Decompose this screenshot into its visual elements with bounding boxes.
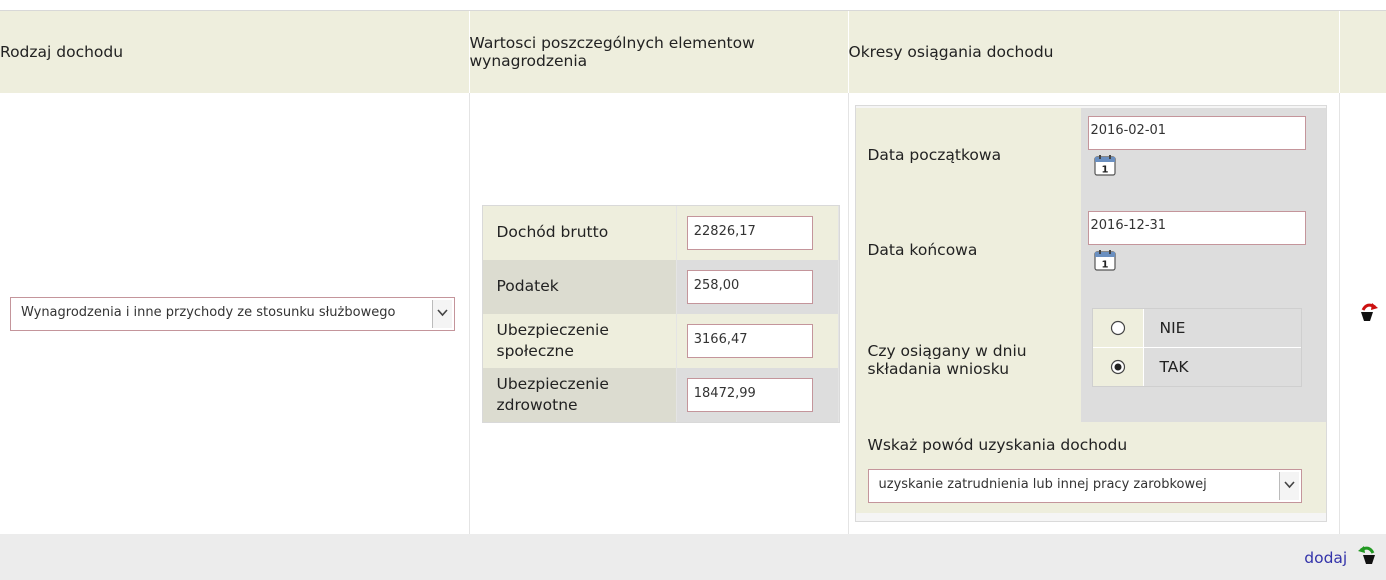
element-row: Podatek 258,00 [482, 259, 839, 314]
gross-income-input[interactable]: 22826,17 [686, 215, 813, 250]
end-date-input[interactable]: 2016-12-31 [1087, 211, 1306, 245]
footer-cell: dodaj [0, 534, 1386, 580]
element-label: Ubezpieczenie zdrowotne [482, 367, 677, 422]
income-periods-panel: Data początkowa 2016-02-01 1 Data końcow… [854, 105, 1327, 522]
calendar-icon[interactable]: 1 [1093, 154, 1116, 180]
income-type-select[interactable]: Wynagrodzenia i inne przychody ze stosun… [10, 296, 455, 331]
radio-option-tak[interactable]: TAK [1092, 348, 1301, 386]
element-label: Dochód brutto [482, 205, 677, 260]
element-row: Dochód brutto 22826,17 [482, 205, 839, 260]
table-row: Wynagrodzenia i inne przychody ze stosun… [0, 93, 1386, 534]
radio-nie-label: NIE [1142, 309, 1301, 347]
chevron-down-icon[interactable] [432, 299, 452, 328]
element-row: Ubezpieczenie społeczne 3166,47 [482, 313, 839, 368]
element-label: Podatek [482, 259, 677, 314]
calendar-day-label: 1 [1101, 260, 1108, 271]
radio-option-nie[interactable]: NIE [1092, 309, 1301, 348]
start-date-row: Data początkowa 2016-02-01 1 [855, 108, 1326, 201]
reason-section: Wskaż powód uzyskania dochodu uzyskanie … [855, 422, 1326, 513]
chevron-down-icon[interactable] [1278, 472, 1299, 500]
footer-row: dodaj [0, 534, 1386, 580]
income-periods-cell: Data początkowa 2016-02-01 1 Data końcow… [848, 93, 1340, 534]
calendar-day-label: 1 [1101, 165, 1108, 176]
element-values-table: Dochód brutto 22826,17 Podatek 258,00 Ub… [481, 204, 840, 423]
header-income-type: Rodzaj dochodu [0, 11, 470, 93]
start-date-label: Data początkowa [855, 108, 1081, 201]
income-table: Rodzaj dochodu Wartosci poszczególnych e… [0, 11, 1386, 580]
achieved-radio-group: NIE TAK [1091, 308, 1302, 387]
radio-tak-label: TAK [1142, 348, 1301, 386]
income-type-select-value: Wynagrodzenia i inne przychody ze stosun… [21, 304, 396, 320]
end-date-label: Data końcowa [855, 201, 1081, 298]
achieved-row: Czy osiągany w dniu składania wniosku NI… [855, 298, 1326, 422]
add-row-icon[interactable] [1356, 544, 1378, 570]
table-header-row: Rodzaj dochodu Wartosci poszczególnych e… [0, 11, 1386, 93]
tax-input[interactable]: 258,00 [686, 269, 813, 304]
header-income-periods: Okresy osiągania dochodu [848, 11, 1340, 93]
start-date-input[interactable]: 2016-02-01 [1087, 116, 1306, 150]
income-type-cell: Wynagrodzenia i inne przychody ze stosun… [0, 93, 470, 534]
header-actions [1339, 11, 1386, 93]
element-row: Ubezpieczenie zdrowotne 18472,99 [482, 367, 839, 422]
calendar-icon[interactable]: 1 [1093, 249, 1116, 275]
health-insurance-input[interactable]: 18472,99 [686, 377, 813, 412]
income-form: Rodzaj dochodu Wartosci poszczególnych e… [0, 10, 1386, 580]
social-insurance-input[interactable]: 3166,47 [686, 323, 813, 358]
radio-nie[interactable] [1110, 320, 1126, 336]
end-date-row: Data końcowa 2016-12-31 1 [855, 201, 1326, 298]
reason-select-value: uzyskanie zatrudnienia lub innej pracy z… [878, 477, 1207, 492]
actions-cell [1339, 93, 1386, 534]
header-element-values: Wartosci poszczególnych elementow wynagr… [469, 11, 849, 93]
radio-tak[interactable] [1110, 359, 1126, 375]
achieved-label: Czy osiągany w dniu składania wniosku [855, 298, 1081, 422]
remove-row-icon[interactable] [1358, 301, 1380, 327]
reason-label: Wskaż powód uzyskania dochodu [867, 436, 1128, 454]
element-label: Ubezpieczenie społeczne [482, 313, 677, 368]
reason-select[interactable]: uzyskanie zatrudnienia lub innej pracy z… [867, 469, 1302, 503]
add-link[interactable]: dodaj [1304, 549, 1347, 567]
element-values-cell: Dochód brutto 22826,17 Podatek 258,00 Ub… [469, 93, 849, 534]
